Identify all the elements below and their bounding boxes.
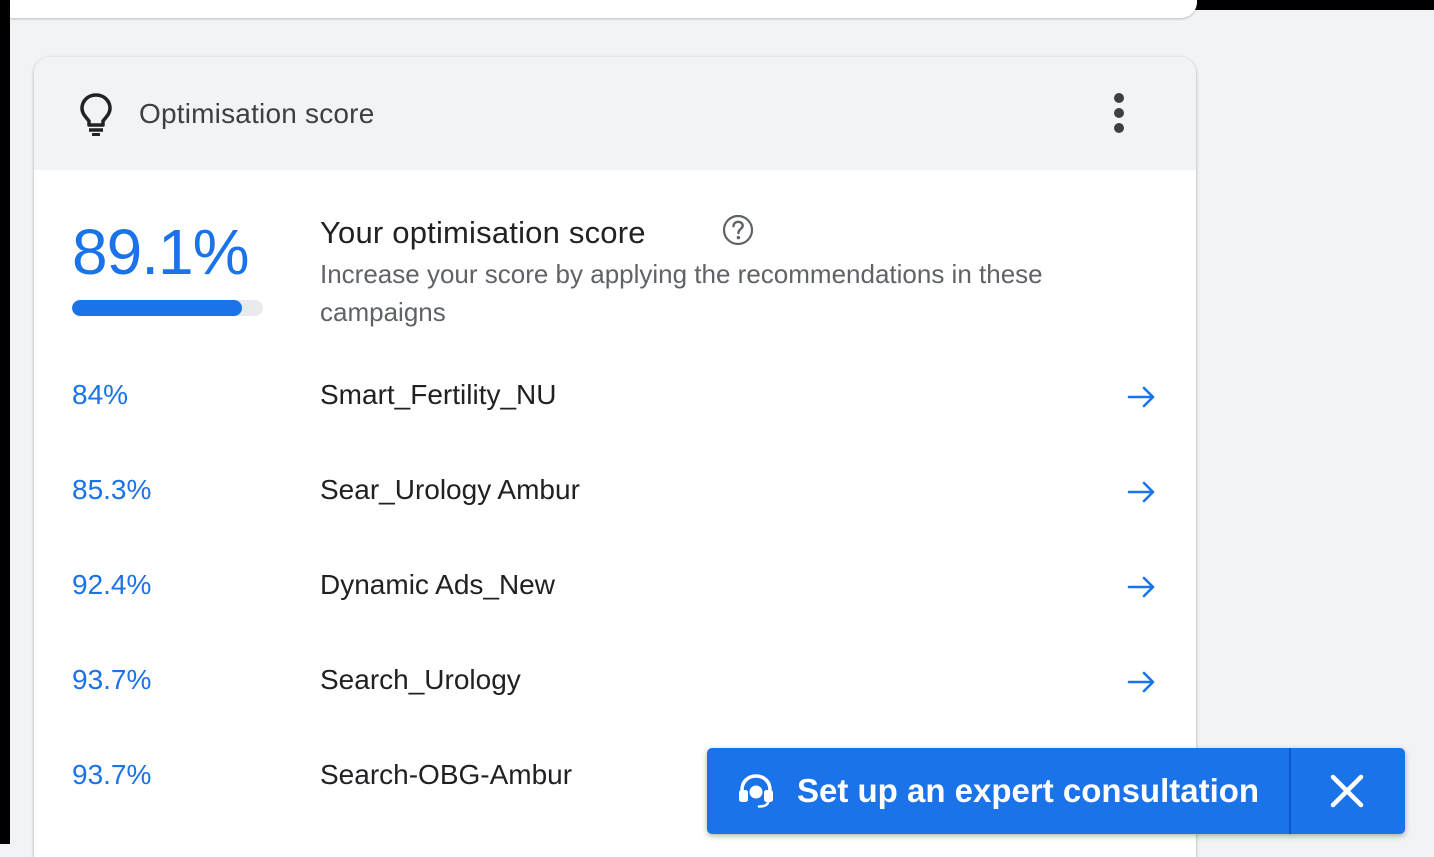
help-circle-icon[interactable] [721, 213, 755, 247]
expert-consultation-button[interactable]: Set up an expert consultation [707, 748, 1289, 834]
arrow-right-icon[interactable] [1127, 480, 1157, 504]
score-progress-bar [72, 300, 263, 316]
left-border [0, 0, 10, 844]
score-progress-fill [72, 300, 243, 316]
previous-card-edge [10, 0, 1197, 18]
close-banner-button[interactable] [1291, 748, 1405, 834]
campaign-score: 92.4% [72, 569, 152, 600]
arrow-right-icon[interactable] [1127, 670, 1157, 694]
arrow-right-icon[interactable] [1127, 575, 1157, 599]
overall-score: 89.1% [72, 216, 249, 288]
score-description: Increase your score by applying the reco… [320, 259, 1043, 327]
card-title: Optimisation score [139, 98, 375, 129]
score-heading: Your optimisation score [320, 215, 646, 250]
campaign-score: 85.3% [72, 474, 152, 505]
lightbulb-icon [80, 93, 112, 136]
close-icon [1330, 774, 1364, 808]
campaign-name: Dynamic Ads_New [320, 569, 555, 600]
headset-icon [739, 774, 773, 808]
more-vert-icon[interactable] [1107, 91, 1131, 135]
campaign-score: 84% [72, 379, 129, 410]
consultation-label: Set up an expert consultation [797, 772, 1260, 809]
campaign-score: 93.7% [72, 759, 152, 790]
campaign-name: Search_Urology [320, 664, 521, 695]
card-header: Optimisation score [34, 57, 1196, 170]
expert-consultation-banner: Set up an expert consultation [707, 748, 1405, 834]
campaign-name: Smart_Fertility_NU [320, 379, 557, 410]
campaign-score: 93.7% [72, 664, 152, 695]
campaign-row[interactable]: 85.3% Sear_Urology Ambur [34, 448, 1196, 543]
campaign-name: Sear_Urology Ambur [320, 474, 580, 505]
campaign-row[interactable]: 93.7% Search_Urology [34, 638, 1196, 733]
campaign-row[interactable]: 84% Smart_Fertility_NU [34, 353, 1196, 448]
optimisation-score-card: Optimisation score 89.1% Your optimisati… [34, 57, 1196, 857]
arrow-right-icon[interactable] [1127, 385, 1157, 409]
campaign-row[interactable]: 92.4% Dynamic Ads_New [34, 543, 1196, 638]
campaign-name: Search-OBG-Ambur [320, 759, 573, 790]
